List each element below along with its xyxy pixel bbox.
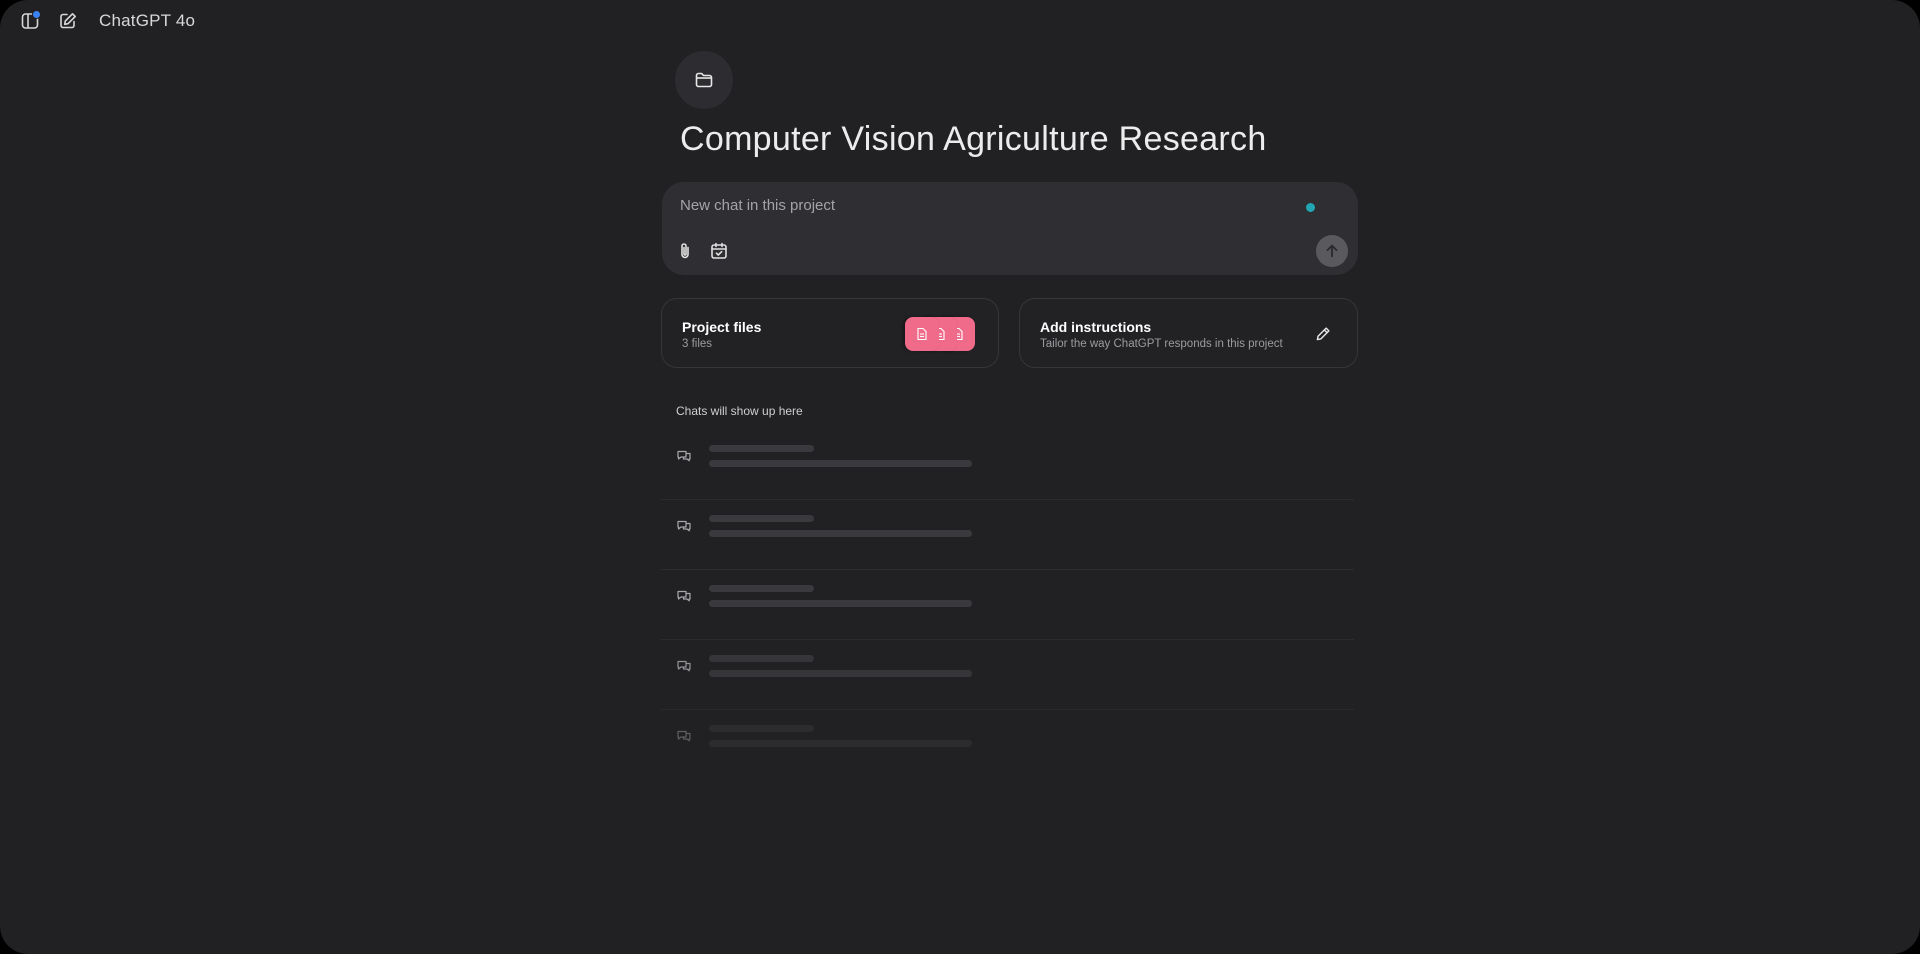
chat-placeholder-row bbox=[661, 570, 1354, 640]
add-instructions-title: Add instructions bbox=[1040, 319, 1152, 335]
chat-placeholder-row bbox=[661, 500, 1354, 570]
skeleton-preview bbox=[709, 600, 972, 607]
send-button[interactable] bbox=[1316, 235, 1348, 267]
arrow-up-icon bbox=[1326, 244, 1338, 258]
chat-bubbles-icon bbox=[676, 658, 692, 674]
compose-icon bbox=[60, 13, 76, 29]
chats-empty-caption: Chats will show up here bbox=[676, 404, 803, 418]
add-instructions-description: Tailor the way ChatGPT responds in this … bbox=[1040, 338, 1283, 350]
chat-bubbles-icon bbox=[676, 728, 692, 744]
project-folder-button[interactable] bbox=[675, 51, 733, 109]
schedule-task-button[interactable] bbox=[706, 238, 732, 264]
skeleton-title bbox=[709, 725, 814, 732]
chat-composer bbox=[662, 182, 1358, 275]
skeleton-preview bbox=[709, 460, 972, 467]
skeleton-title bbox=[709, 515, 814, 522]
notification-dot bbox=[32, 10, 41, 19]
chat-placeholder-row bbox=[661, 430, 1354, 500]
folder-icon bbox=[695, 72, 713, 88]
skeleton-title bbox=[709, 655, 814, 662]
calendar-check-icon bbox=[711, 242, 727, 259]
add-instructions-card[interactable]: Add instructions Tailor the way ChatGPT … bbox=[1019, 298, 1358, 368]
skeleton-title bbox=[709, 585, 814, 592]
chat-bubbles-icon bbox=[676, 518, 692, 534]
skeleton-preview bbox=[709, 670, 972, 677]
top-bar: ChatGPT 4o bbox=[0, 0, 600, 42]
file-thumbnail bbox=[905, 317, 939, 351]
project-files-count: 3 files bbox=[682, 338, 713, 350]
chat-bubbles-icon bbox=[676, 448, 692, 464]
attach-file-button[interactable] bbox=[672, 238, 698, 264]
new-chat-button[interactable] bbox=[56, 9, 80, 33]
project-files-title: Project files bbox=[682, 319, 762, 335]
chat-placeholder-row bbox=[661, 640, 1354, 710]
chat-bubbles-icon bbox=[676, 588, 692, 604]
edit-instructions-button[interactable] bbox=[1312, 323, 1334, 345]
paperclip-icon bbox=[681, 243, 689, 259]
skeleton-title bbox=[709, 445, 814, 452]
skeleton-preview bbox=[709, 740, 972, 747]
chat-placeholder-row bbox=[661, 710, 1354, 780]
app-window: ChatGPT 4o Computer Vision Agriculture R… bbox=[0, 0, 1920, 954]
status-indicator-dot bbox=[1306, 203, 1315, 212]
sidebar-toggle-button[interactable] bbox=[18, 9, 42, 33]
project-files-card[interactable]: Project files 3 files bbox=[661, 298, 999, 368]
skeleton-preview bbox=[709, 530, 972, 537]
file-thumbnails bbox=[905, 317, 985, 351]
new-chat-input[interactable] bbox=[678, 196, 1282, 215]
document-icon bbox=[917, 327, 927, 341]
project-title: Computer Vision Agriculture Research bbox=[680, 120, 1267, 158]
pencil-icon bbox=[1316, 327, 1330, 341]
model-selector[interactable]: ChatGPT 4o bbox=[99, 11, 195, 31]
